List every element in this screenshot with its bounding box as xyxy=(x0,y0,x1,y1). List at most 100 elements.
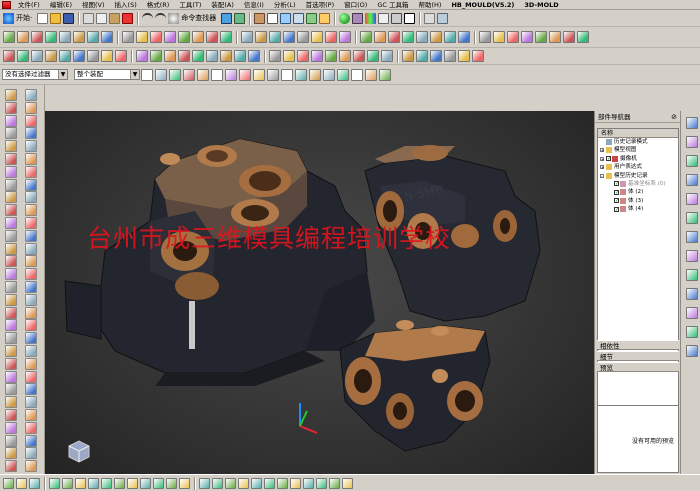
extrude-icon[interactable] xyxy=(25,191,37,204)
hidden-lines-icon[interactable] xyxy=(290,477,301,489)
shell-icon[interactable] xyxy=(5,165,17,178)
cone-icon[interactable] xyxy=(31,50,43,62)
column-header-name[interactable]: 名称 xyxy=(598,129,678,138)
pad-icon[interactable] xyxy=(5,127,17,140)
menu-item[interactable]: HB_MOULD(V5.2) xyxy=(446,0,519,10)
blend-icon[interactable] xyxy=(5,460,17,473)
snap-icon[interactable] xyxy=(329,477,340,489)
boss-icon[interactable] xyxy=(5,217,17,229)
visibility-checkbox[interactable]: ✓ xyxy=(606,156,611,162)
offset-icon[interactable] xyxy=(136,50,148,62)
line-icon[interactable] xyxy=(535,31,547,43)
extrude-icon[interactable] xyxy=(25,293,37,306)
point-icon[interactable] xyxy=(430,31,442,43)
large-casting-body[interactable] xyxy=(64,138,375,386)
cylinder-icon[interactable] xyxy=(17,50,29,62)
fit-icon[interactable] xyxy=(280,12,292,24)
text-icon[interactable] xyxy=(325,31,337,43)
block-icon[interactable] xyxy=(3,50,15,62)
shell-icon[interactable] xyxy=(115,50,127,62)
web-browser-icon[interactable] xyxy=(686,212,698,224)
tree-node[interactable]: + 用户表达式 xyxy=(598,163,678,171)
redo-icon[interactable] xyxy=(155,12,167,24)
cut-icon[interactable] xyxy=(83,12,95,24)
point-on-curve-icon[interactable] xyxy=(253,68,265,81)
expand-icon[interactable]: + xyxy=(600,148,604,153)
visibility-checkbox[interactable]: ✓ xyxy=(614,181,619,187)
pin-icon[interactable]: ⊘ xyxy=(671,111,677,123)
groove-icon[interactable] xyxy=(5,345,17,357)
trim-icon[interactable] xyxy=(339,31,351,43)
process-studio-icon[interactable] xyxy=(686,269,698,281)
fillet-icon[interactable] xyxy=(283,31,295,43)
tree-node[interactable]: + 模型视图 xyxy=(598,146,678,154)
arc-icon[interactable] xyxy=(549,31,561,43)
navigator-tree[interactable]: 名称 历史记录模式 + 模型视图 + ✓ 摄像机 + 用户表达式 - 模型历史记录 ✓ 基准坐标系 (… xyxy=(597,128,679,438)
point-on-face-icon[interactable] xyxy=(267,68,279,81)
color-icon[interactable] xyxy=(365,12,377,24)
analysis-icon[interactable] xyxy=(437,12,449,24)
sew-icon[interactable] xyxy=(311,50,323,62)
show-hide-icon[interactable] xyxy=(351,68,363,81)
expand-icon[interactable]: + xyxy=(600,165,604,170)
type-filter-dropdown[interactable]: 没有选择过滤器 ▼ xyxy=(2,69,68,80)
hole-icon[interactable] xyxy=(220,50,232,62)
rib-icon[interactable] xyxy=(25,140,37,153)
mid-point-icon[interactable] xyxy=(169,68,181,81)
revolve-icon[interactable] xyxy=(5,409,17,421)
pocket-icon[interactable] xyxy=(248,50,260,62)
pocket-icon[interactable] xyxy=(25,114,37,127)
view-triad-icon[interactable] xyxy=(68,440,90,463)
offset-icon[interactable] xyxy=(297,50,309,62)
selection-mode-icon[interactable] xyxy=(365,68,377,81)
blend-icon[interactable] xyxy=(269,50,281,62)
block-icon[interactable] xyxy=(325,50,337,62)
boss-icon[interactable] xyxy=(402,50,414,62)
reuse-library-icon[interactable] xyxy=(686,174,698,186)
selection-intent-icon[interactable] xyxy=(379,68,391,81)
measure-icon[interactable] xyxy=(424,12,436,24)
tree-node[interactable]: ✓ 体 (4) xyxy=(598,205,678,213)
zoom-icon[interactable] xyxy=(293,12,305,24)
sketch-icon[interactable] xyxy=(5,191,17,204)
revolve-icon[interactable] xyxy=(5,101,17,114)
slot-icon[interactable] xyxy=(25,332,37,345)
pmi-icon[interactable] xyxy=(686,345,698,357)
boss-icon[interactable] xyxy=(5,421,17,434)
split-body-icon[interactable] xyxy=(25,383,37,396)
sketch-icon[interactable] xyxy=(5,293,17,306)
chamfer-icon[interactable] xyxy=(25,153,37,165)
sketch-icon[interactable] xyxy=(5,396,17,409)
existing-point-icon[interactable] xyxy=(239,68,251,81)
extrude-icon[interactable] xyxy=(25,396,37,409)
chamfer-icon[interactable] xyxy=(444,31,456,43)
rib-icon[interactable] xyxy=(25,447,37,460)
slot-icon[interactable] xyxy=(25,229,37,242)
pocket-icon[interactable] xyxy=(87,50,99,62)
sketch-icon[interactable] xyxy=(5,89,17,101)
trim-body-icon[interactable] xyxy=(5,178,17,191)
blend-icon[interactable] xyxy=(5,255,17,268)
revolve-icon[interactable] xyxy=(5,306,17,319)
layer-settings-icon[interactable] xyxy=(337,68,349,81)
draft-icon[interactable] xyxy=(25,165,37,178)
point-icon[interactable] xyxy=(255,31,267,43)
trim-body-icon[interactable] xyxy=(5,383,17,396)
command-finder-icon[interactable] xyxy=(168,12,180,24)
circle-icon[interactable] xyxy=(416,31,428,43)
draft-icon[interactable] xyxy=(25,268,37,281)
small-valve-body[interactable] xyxy=(339,320,491,452)
grid-icon[interactable] xyxy=(179,477,190,489)
rectangle-icon[interactable] xyxy=(45,31,57,43)
boss-icon[interactable] xyxy=(73,50,85,62)
hole-icon[interactable] xyxy=(381,50,393,62)
shaded-icon[interactable] xyxy=(254,12,266,24)
menu-item[interactable]: 装配(A) xyxy=(206,0,239,10)
menu-item[interactable]: GC 工具箱 xyxy=(372,0,413,10)
rotate-icon[interactable] xyxy=(251,477,262,489)
snap-icon[interactable] xyxy=(3,477,14,489)
pocket-icon[interactable] xyxy=(25,319,37,332)
pocket-icon[interactable] xyxy=(25,217,37,229)
pad-icon[interactable] xyxy=(5,332,17,345)
details-section-header[interactable]: 细节 xyxy=(597,351,679,361)
